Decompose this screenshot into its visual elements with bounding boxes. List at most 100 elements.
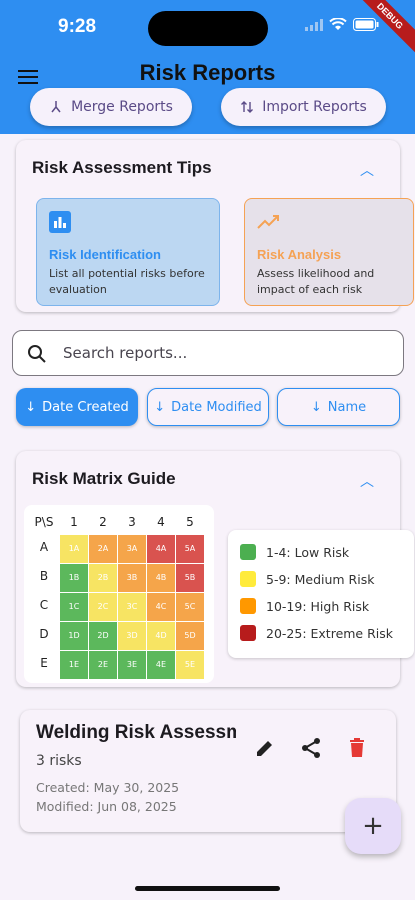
import-reports-label: Import Reports — [262, 99, 367, 115]
matrix-col-header: 4 — [157, 515, 165, 529]
matrix-corner: P\S — [34, 515, 54, 529]
matrix-row-header: E — [40, 656, 48, 670]
matrix-cell: 2E — [89, 651, 117, 679]
sort-date-modified-button[interactable]: ↓ Date Modified — [147, 388, 269, 426]
matrix-cell: 5B — [176, 564, 204, 592]
matrix-col-header: 3 — [128, 515, 136, 529]
matrix-cell: 4D — [147, 622, 175, 650]
matrix-cell: 3D — [118, 622, 146, 650]
wifi-icon — [329, 18, 347, 30]
matrix-row-header: A — [39, 540, 49, 554]
tip-desc: Assess likelihood and impact of each ris… — [257, 267, 375, 296]
merge-reports-button[interactable]: Merge Reports — [30, 88, 192, 126]
arrow-down-icon: ↓ — [154, 399, 166, 415]
camera-notch — [148, 11, 268, 46]
chevron-up-icon[interactable]: ︿ — [360, 160, 374, 180]
matrix-cell: 5C — [176, 593, 204, 621]
chevron-up-icon[interactable]: ︿ — [360, 471, 374, 491]
matrix-title: Risk Matrix Guide — [32, 469, 176, 488]
sort-name-button[interactable]: ↓ Name — [277, 388, 400, 426]
matrix-cell: 4A — [147, 535, 175, 563]
merge-reports-label: Merge Reports — [71, 99, 173, 115]
matrix-cell: 1A — [60, 535, 88, 563]
app-bar: Risk Reports Merge Reports Import Report… — [0, 56, 415, 134]
matrix-cell: 4C — [147, 593, 175, 621]
legend-swatch — [240, 598, 256, 614]
matrix-cell: 5D — [176, 622, 204, 650]
tips-card: Risk Assessment Tips ︿ Risk Identificati… — [16, 140, 414, 312]
report-risk-count: 3 risks — [36, 753, 82, 769]
search-icon — [28, 345, 46, 363]
legend-item: 1-4: Low Risk — [240, 544, 349, 560]
tips-title: Risk Assessment Tips — [32, 158, 212, 177]
merge-icon — [51, 101, 61, 113]
sort-label: Date Created — [42, 399, 129, 415]
tip-card-analysis[interactable]: Risk Analysis Assess likelihood and impa… — [244, 198, 414, 306]
legend-swatch — [240, 625, 256, 641]
arrow-down-icon: ↓ — [25, 399, 37, 415]
matrix-col-header: 1 — [70, 515, 78, 529]
matrix-cell: 1B — [60, 564, 88, 592]
edit-icon[interactable] — [253, 736, 277, 760]
share-icon[interactable] — [299, 736, 323, 760]
legend-label: 1-4: Low Risk — [266, 544, 350, 560]
matrix-cell: 3E — [118, 651, 146, 679]
legend-label: 5-9: Medium Risk — [266, 571, 375, 587]
matrix-col-header: 2 — [99, 515, 107, 529]
matrix-cell: 5E — [176, 651, 204, 679]
add-report-button[interactable]: + — [345, 798, 401, 854]
matrix-cell: 1C — [60, 593, 88, 621]
matrix-col-header: 5 — [186, 515, 194, 529]
status-time: 9:28 — [58, 16, 97, 37]
report-modified: Modified: Jun 08, 2025 — [36, 799, 177, 814]
risk-legend: 1-4: Low Risk 5-9: Medium Risk 10-19: Hi… — [228, 530, 414, 658]
matrix-cell: 2B — [89, 564, 117, 592]
matrix-cell: 2A — [89, 535, 117, 563]
import-reports-button[interactable]: Import Reports — [221, 88, 386, 126]
matrix-cell: 3C — [118, 593, 146, 621]
tip-desc: List all potential risks before evaluati… — [49, 267, 205, 296]
matrix-cell: 1D — [60, 622, 88, 650]
cellular-icon — [305, 18, 323, 31]
matrix-cell: 2D — [89, 622, 117, 650]
battery-icon — [353, 18, 379, 31]
tip-title: Risk Analysis — [257, 247, 342, 262]
sort-label: Name — [327, 399, 367, 415]
status-bar: 9:28 DEBUG — [0, 0, 415, 61]
plus-icon: + — [362, 811, 384, 841]
arrow-down-icon: ↓ — [310, 399, 322, 415]
legend-label: 10-19: High Risk — [266, 598, 370, 614]
matrix-cell: 5A — [176, 535, 204, 563]
page-title: Risk Reports — [139, 60, 276, 85]
matrix-cell: 4B — [147, 564, 175, 592]
trending-up-icon — [257, 215, 279, 229]
matrix-row-header: C — [39, 598, 49, 612]
matrix-row-header: D — [39, 627, 49, 641]
legend-item: 20-25: Extreme Risk — [240, 625, 393, 641]
matrix-cell: 1E — [60, 651, 88, 679]
legend-swatch — [240, 571, 256, 587]
home-indicator — [135, 886, 280, 891]
legend-label: 20-25: Extreme Risk — [266, 625, 394, 641]
sort-date-created-button[interactable]: ↓ Date Created — [16, 388, 138, 426]
matrix-cell: 3B — [118, 564, 146, 592]
tip-title: Risk Identification — [49, 247, 161, 262]
legend-swatch — [240, 544, 256, 560]
report-card[interactable]: Welding Risk Assessment 3 risks Created:… — [20, 710, 396, 832]
bar-chart-icon — [49, 211, 71, 233]
sort-label: Date Modified — [171, 399, 262, 415]
matrix-cell: 3A — [118, 535, 146, 563]
matrix-row-header: B — [39, 569, 49, 583]
status-icons — [305, 18, 379, 31]
legend-item: 5-9: Medium Risk — [240, 571, 374, 587]
matrix-cell: 2C — [89, 593, 117, 621]
risk-matrix: P\S 1 2 3 4 5 A B C D E 1A 2A 3A 4A 5A 1B 2B 3B… — [24, 505, 214, 683]
report-title: Welding Risk Assessment — [36, 722, 236, 743]
search-input[interactable] — [63, 331, 393, 375]
tip-card-identification[interactable]: Risk Identification List all potential r… — [36, 198, 220, 306]
report-created: Created: May 30, 2025 — [36, 780, 180, 795]
legend-item: 10-19: High Risk — [240, 598, 369, 614]
matrix-cell: 4E — [147, 651, 175, 679]
delete-icon[interactable] — [345, 736, 369, 760]
search-box — [12, 330, 404, 376]
